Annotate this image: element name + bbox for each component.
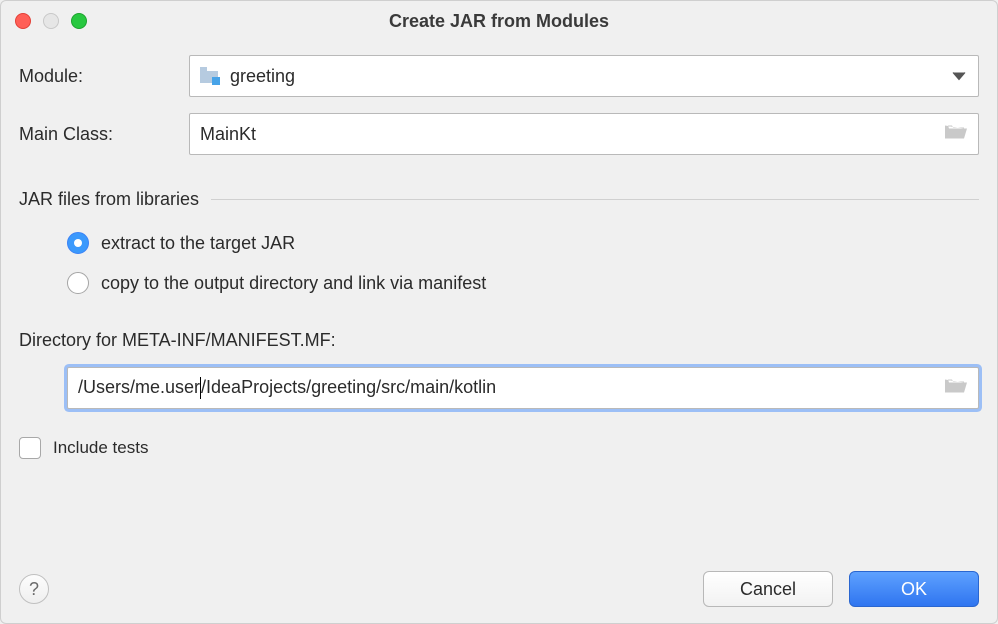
include-tests-row[interactable]: Include tests [19,437,979,459]
main-class-value: MainKt [200,124,256,145]
module-label: Module: [19,66,179,87]
ok-label: OK [901,579,927,600]
main-class-input[interactable]: MainKt [189,113,979,155]
close-window-button[interactable] [15,13,31,29]
dialog-content: Module: greeting Main Class: MainKt [1,41,997,559]
titlebar: Create JAR from Modules [1,1,997,41]
folder-open-icon[interactable] [944,377,968,400]
zoom-window-button[interactable] [71,13,87,29]
manifest-field-wrap: /Users/me.user/IdeaProjects/greeting/src… [19,367,979,409]
module-combobox[interactable]: greeting [189,55,979,97]
manifest-dir-input[interactable]: /Users/me.user/IdeaProjects/greeting/src… [67,367,979,409]
include-tests-checkbox[interactable] [19,437,41,459]
module-row: Module: greeting [19,55,979,97]
minimize-window-button[interactable] [43,13,59,29]
help-button[interactable]: ? [19,574,49,604]
cancel-button[interactable]: Cancel [703,571,833,607]
radio-copy[interactable]: copy to the output directory and link vi… [67,272,979,294]
radio-copy-indicator [67,272,89,294]
include-tests-label: Include tests [53,438,148,458]
manifest-dir-value: /Users/me.user/IdeaProjects/greeting/src… [78,377,496,399]
ok-button[interactable]: OK [849,571,979,607]
radio-copy-label: copy to the output directory and link vi… [101,273,486,294]
main-class-label: Main Class: [19,124,179,145]
folder-open-icon[interactable] [944,123,968,146]
dialog-title: Create JAR from Modules [15,11,983,32]
divider [211,199,979,200]
lib-section-title: JAR files from libraries [19,189,199,210]
dialog-footer: ? Cancel OK [1,559,997,623]
help-icon: ? [29,579,39,600]
radio-extract-indicator [67,232,89,254]
module-icon [200,67,220,85]
radio-extract-label: extract to the target JAR [101,233,295,254]
lib-radio-group: extract to the target JAR copy to the ou… [19,232,979,294]
main-class-row: Main Class: MainKt [19,113,979,155]
cancel-label: Cancel [740,579,796,600]
lib-section-header: JAR files from libraries [19,189,979,210]
manifest-dir-label: Directory for META-INF/MANIFEST.MF: [19,330,979,351]
window-controls [15,13,87,29]
dialog-window: Create JAR from Modules Module: greeting [0,0,998,624]
radio-extract[interactable]: extract to the target JAR [67,232,979,254]
chevron-down-icon [952,66,966,87]
module-value: greeting [230,66,295,87]
